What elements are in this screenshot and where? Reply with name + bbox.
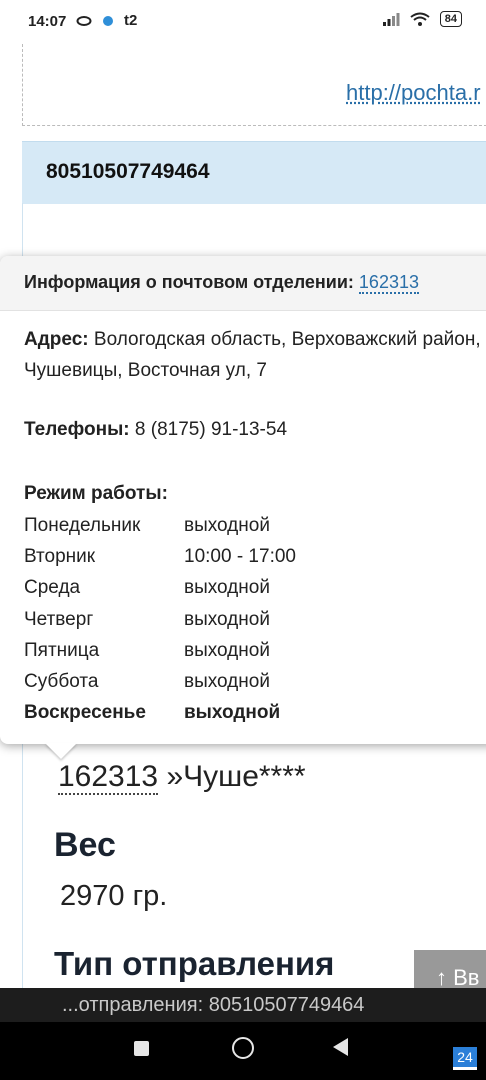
hours-day: Пятница [24,639,100,661]
hours-time: выходной [184,702,281,724]
wifi-icon [410,12,430,26]
hours-day: Вторник [24,545,96,567]
address-block: Адрес: Вологодская область, Верховажский… [24,324,484,386]
post-office-popup: Информация о почтовом отделении: 162313 … [0,256,486,744]
hours-time: выходной [184,608,270,630]
status-bar: 14:07 t2 84 [0,0,486,44]
weight-heading: Вес [54,826,116,864]
loop-icon [76,15,92,26]
popup-pointer [45,743,77,759]
popup-title: Информация о почтовом отделении: 162313 [24,272,419,294]
system-icons: 84 [382,11,462,27]
hours-time: выходной [184,577,270,599]
phones-label: Телефоны: [24,419,130,440]
hours-time: выходной [184,671,270,693]
app-badge[interactable]: 24 [453,1047,477,1070]
weight-value: 2970 гр. [60,880,168,912]
notification-icons: t2 [76,12,137,29]
office-name: »Чуше**** [166,760,306,793]
hours-time: выходной [184,639,270,661]
arrow-up-icon: ↑ [436,965,447,990]
hours-day: Суббота [24,671,99,693]
status-time: 14:07 [28,13,67,30]
hours-table: Понедельник выходной Вторник 10:00 - 17:00… [24,510,296,729]
hours-row: Вторник 10:00 - 17:00 [24,541,296,572]
office-code-link[interactable]: 162313 [58,760,159,795]
hours-row: Четверг выходной [24,604,296,635]
recents-icon[interactable] [134,1041,149,1056]
battery-icon: 84 [439,11,462,27]
hours-day: Среда [24,577,81,599]
tracking-number: 80510507749464 [46,160,210,183]
hours-day: Воскресенье [24,702,146,724]
address-label: Адрес: [24,329,89,350]
hours-time: 10:00 - 17:00 [184,545,296,567]
hours-row: Пятница выходной [24,635,296,666]
snackbar-text: ...отправления: 80510507749464 [62,994,365,1016]
snackbar: ...отправления: 80510507749464 [0,988,486,1022]
carrier-label: t2 [124,12,138,29]
hours-row-today: Воскресенье выходной [24,698,296,729]
popup-header: Информация о почтовом отделении: 162313 [0,256,486,311]
office-line: 162313 »Чуше**** [58,760,306,795]
home-icon[interactable] [232,1037,254,1059]
hours-day: Понедельник [24,514,141,536]
hours-row: Среда выходной [24,573,296,604]
popup-office-code[interactable]: 162313 [358,272,419,294]
pochta-link[interactable]: http://pochta.r [346,80,481,106]
phones-value: 8 (8175) 91-13-54 [134,419,288,440]
hours-row: Понедельник выходной [24,510,296,541]
back-icon[interactable] [333,1038,348,1056]
app-dot-icon [103,15,113,26]
hours-heading: Режим работы: [24,483,168,504]
navigation-bar [0,1022,486,1080]
hours-day: Четверг [24,608,94,630]
signal-icon [382,13,400,26]
address-value: Вологодская область, Верховажский район,… [24,329,481,381]
shipment-type-heading: Тип отправления [54,945,335,982]
hours-row: Суббота выходной [24,666,296,697]
phones-block: Телефоны: 8 (8175) 91-13-54 [24,419,287,441]
popup-title-text: Информация о почтовом отделении: [24,272,354,292]
hours-time: выходной [184,514,270,536]
scroll-up-label: Вв [453,965,480,990]
